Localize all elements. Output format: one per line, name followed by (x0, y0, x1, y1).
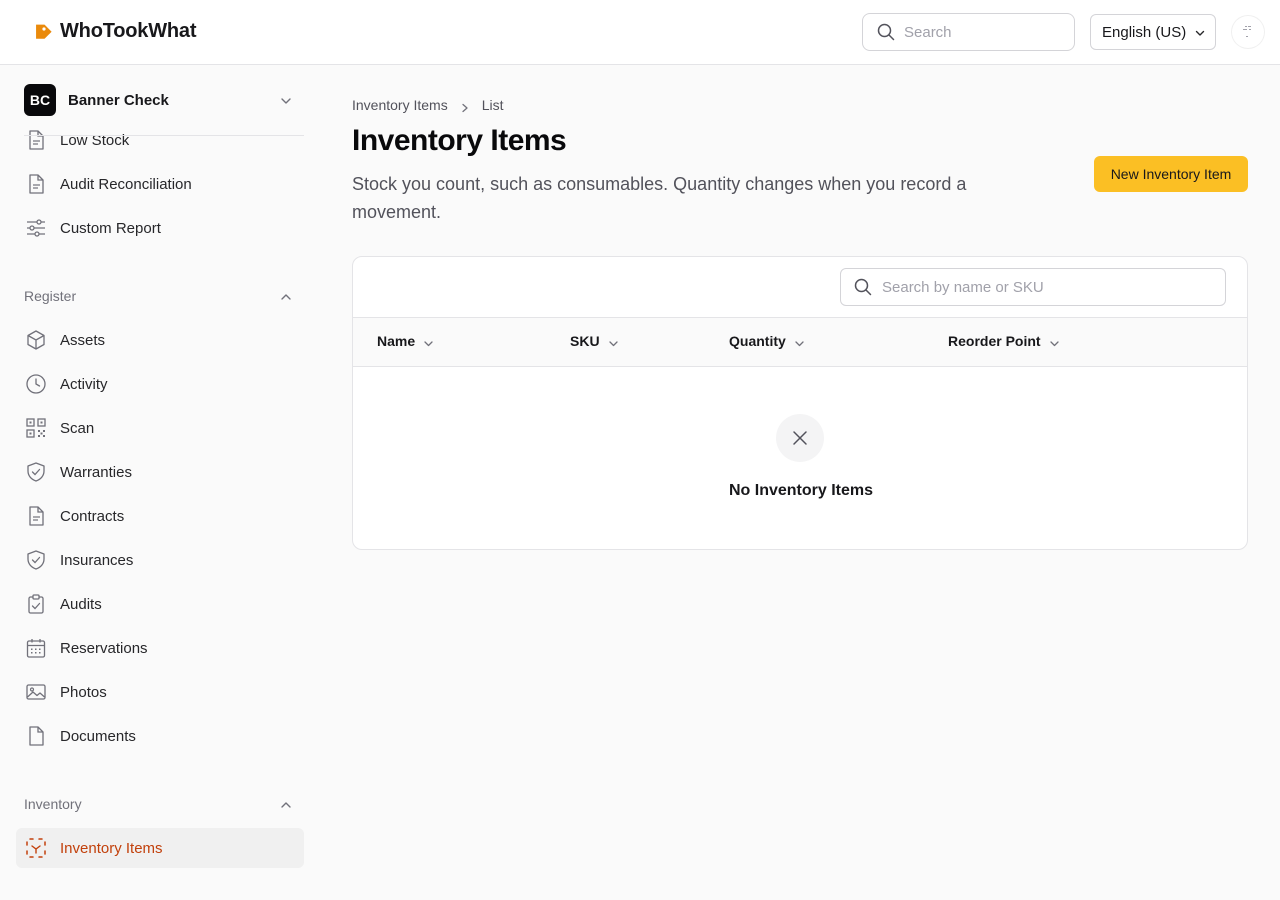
chevron-up-icon (280, 798, 292, 810)
sidebar-item-label: Scan (60, 419, 95, 437)
search-icon (854, 278, 872, 296)
column-label: SKU (570, 333, 600, 349)
sidebar-item-label: Assets (60, 331, 106, 349)
column-header-name[interactable]: Name (377, 333, 434, 349)
sidebar-item-insurances[interactable]: Insurances (16, 540, 304, 580)
clipboard-check-icon (24, 592, 48, 616)
sidebar-item-assets[interactable]: Assets (16, 320, 304, 360)
table-header: Name SKU Quantity Reorder Point (353, 317, 1247, 367)
breadcrumb: Inventory Items List (352, 97, 504, 113)
search-icon (877, 23, 895, 41)
chevron-down-icon (1194, 26, 1206, 38)
sidebar-item-photos[interactable]: Photos (16, 672, 304, 712)
sidebar-item-label: Reservations (60, 639, 148, 657)
avatar-pattern-icon (1243, 26, 1251, 37)
user-avatar-button[interactable] (1232, 16, 1264, 48)
column-label: Reorder Point (948, 333, 1041, 349)
table-search-box[interactable] (840, 268, 1226, 306)
chevron-down-icon (608, 336, 619, 347)
page-subtitle: Stock you count, such as consumables. Qu… (352, 174, 967, 222)
sidebar-item-reservations[interactable]: Reservations (16, 628, 304, 668)
chevron-down-icon (794, 336, 805, 347)
section-register-header[interactable]: Register (24, 286, 304, 306)
sidebar-item-contracts[interactable]: Contracts (16, 496, 304, 536)
sidebar-item-label: Activity (60, 375, 108, 393)
org-avatar: BC (24, 84, 56, 116)
qr-code-icon (24, 416, 48, 440)
global-search-input[interactable] (904, 23, 1054, 41)
close-icon (793, 431, 807, 445)
column-label: Name (377, 333, 416, 349)
section-inventory-header[interactable]: Inventory (24, 794, 304, 814)
sidebar-item-activity[interactable]: Activity (16, 364, 304, 404)
calendar-icon (24, 636, 48, 660)
global-search-box[interactable] (862, 13, 1075, 51)
sidebar-item-custom-report[interactable]: Custom Report (16, 208, 304, 248)
chevron-up-icon (280, 290, 292, 302)
shield-check-icon (24, 460, 48, 484)
document-icon (24, 172, 48, 196)
empty-state-icon (776, 414, 824, 462)
sidebar-item-label: Custom Report (60, 219, 161, 237)
language-select[interactable]: English (US) (1090, 14, 1216, 50)
sidebar-item-documents[interactable]: Documents (16, 716, 304, 756)
section-title: Register (24, 288, 77, 304)
sliders-icon (24, 216, 48, 240)
tag-logo-icon (30, 21, 52, 43)
document-icon (24, 504, 48, 528)
org-name: Banner Check (68, 91, 169, 109)
shield-check-icon (24, 548, 48, 572)
org-switcher[interactable]: BC Banner Check (24, 84, 304, 116)
sidebar-item-label: Photos (60, 683, 107, 701)
empty-state-text: No Inventory Items (728, 482, 874, 499)
sidebar-item-label: Inventory Items (60, 839, 163, 857)
chevron-down-icon (1049, 336, 1060, 347)
sidebar-item-low-stock[interactable]: Low Stock (16, 120, 304, 160)
column-header-sku[interactable]: SKU (570, 333, 619, 349)
sidebar-item-warranties[interactable]: Warranties (16, 452, 304, 492)
chevron-right-icon (460, 100, 470, 113)
sidebar-item-label: Documents (60, 727, 136, 745)
new-inventory-item-button[interactable]: New Inventory Item (1094, 156, 1248, 192)
column-header-quantity[interactable]: Quantity (729, 333, 805, 349)
document-icon (24, 128, 48, 152)
top-bar: WhoTookWhat English (US) (0, 0, 1280, 65)
language-label: English (US) (1102, 23, 1187, 41)
cube-icon (24, 328, 48, 352)
breadcrumb-link-inventory-items[interactable]: Inventory Items (352, 97, 448, 113)
chevron-down-icon (280, 94, 292, 106)
sidebar-item-label: Insurances (60, 551, 134, 569)
app-name: WhoTookWhat (60, 20, 197, 42)
column-header-reorder-point[interactable]: Reorder Point (948, 333, 1060, 349)
inventory-table-card: Name SKU Quantity Reorder Point No Inven… (352, 256, 1248, 550)
sidebar-item-label: Contracts (60, 507, 125, 525)
sidebar-item-label: Audit Reconciliation (60, 175, 192, 193)
section-title: Inventory (24, 796, 82, 812)
sidebar-item-audits[interactable]: Audits (16, 584, 304, 624)
file-icon (24, 724, 48, 748)
column-label: Quantity (729, 333, 786, 349)
page-title: Inventory Items (352, 124, 567, 157)
sidebar-item-inventory-items[interactable]: Inventory Items (16, 828, 304, 868)
inventory-icon (24, 836, 48, 860)
chevron-down-icon (423, 336, 434, 347)
brand-logo-link[interactable]: WhoTookWhat (30, 20, 196, 43)
breadcrumb-current: List (481, 97, 504, 113)
clock-icon (24, 372, 48, 396)
sidebar-item-label: Warranties (60, 463, 132, 481)
sidebar-item-label: Audits (60, 595, 102, 613)
sidebar-item-audit-reconciliation[interactable]: Audit Reconciliation (16, 164, 304, 204)
image-icon (24, 680, 48, 704)
table-search-input[interactable] (882, 278, 1212, 296)
sidebar-item-scan[interactable]: Scan (16, 408, 304, 448)
sidebar: BC Banner Check Low Stock Audit Reconcil… (0, 65, 320, 900)
divider (24, 135, 304, 136)
